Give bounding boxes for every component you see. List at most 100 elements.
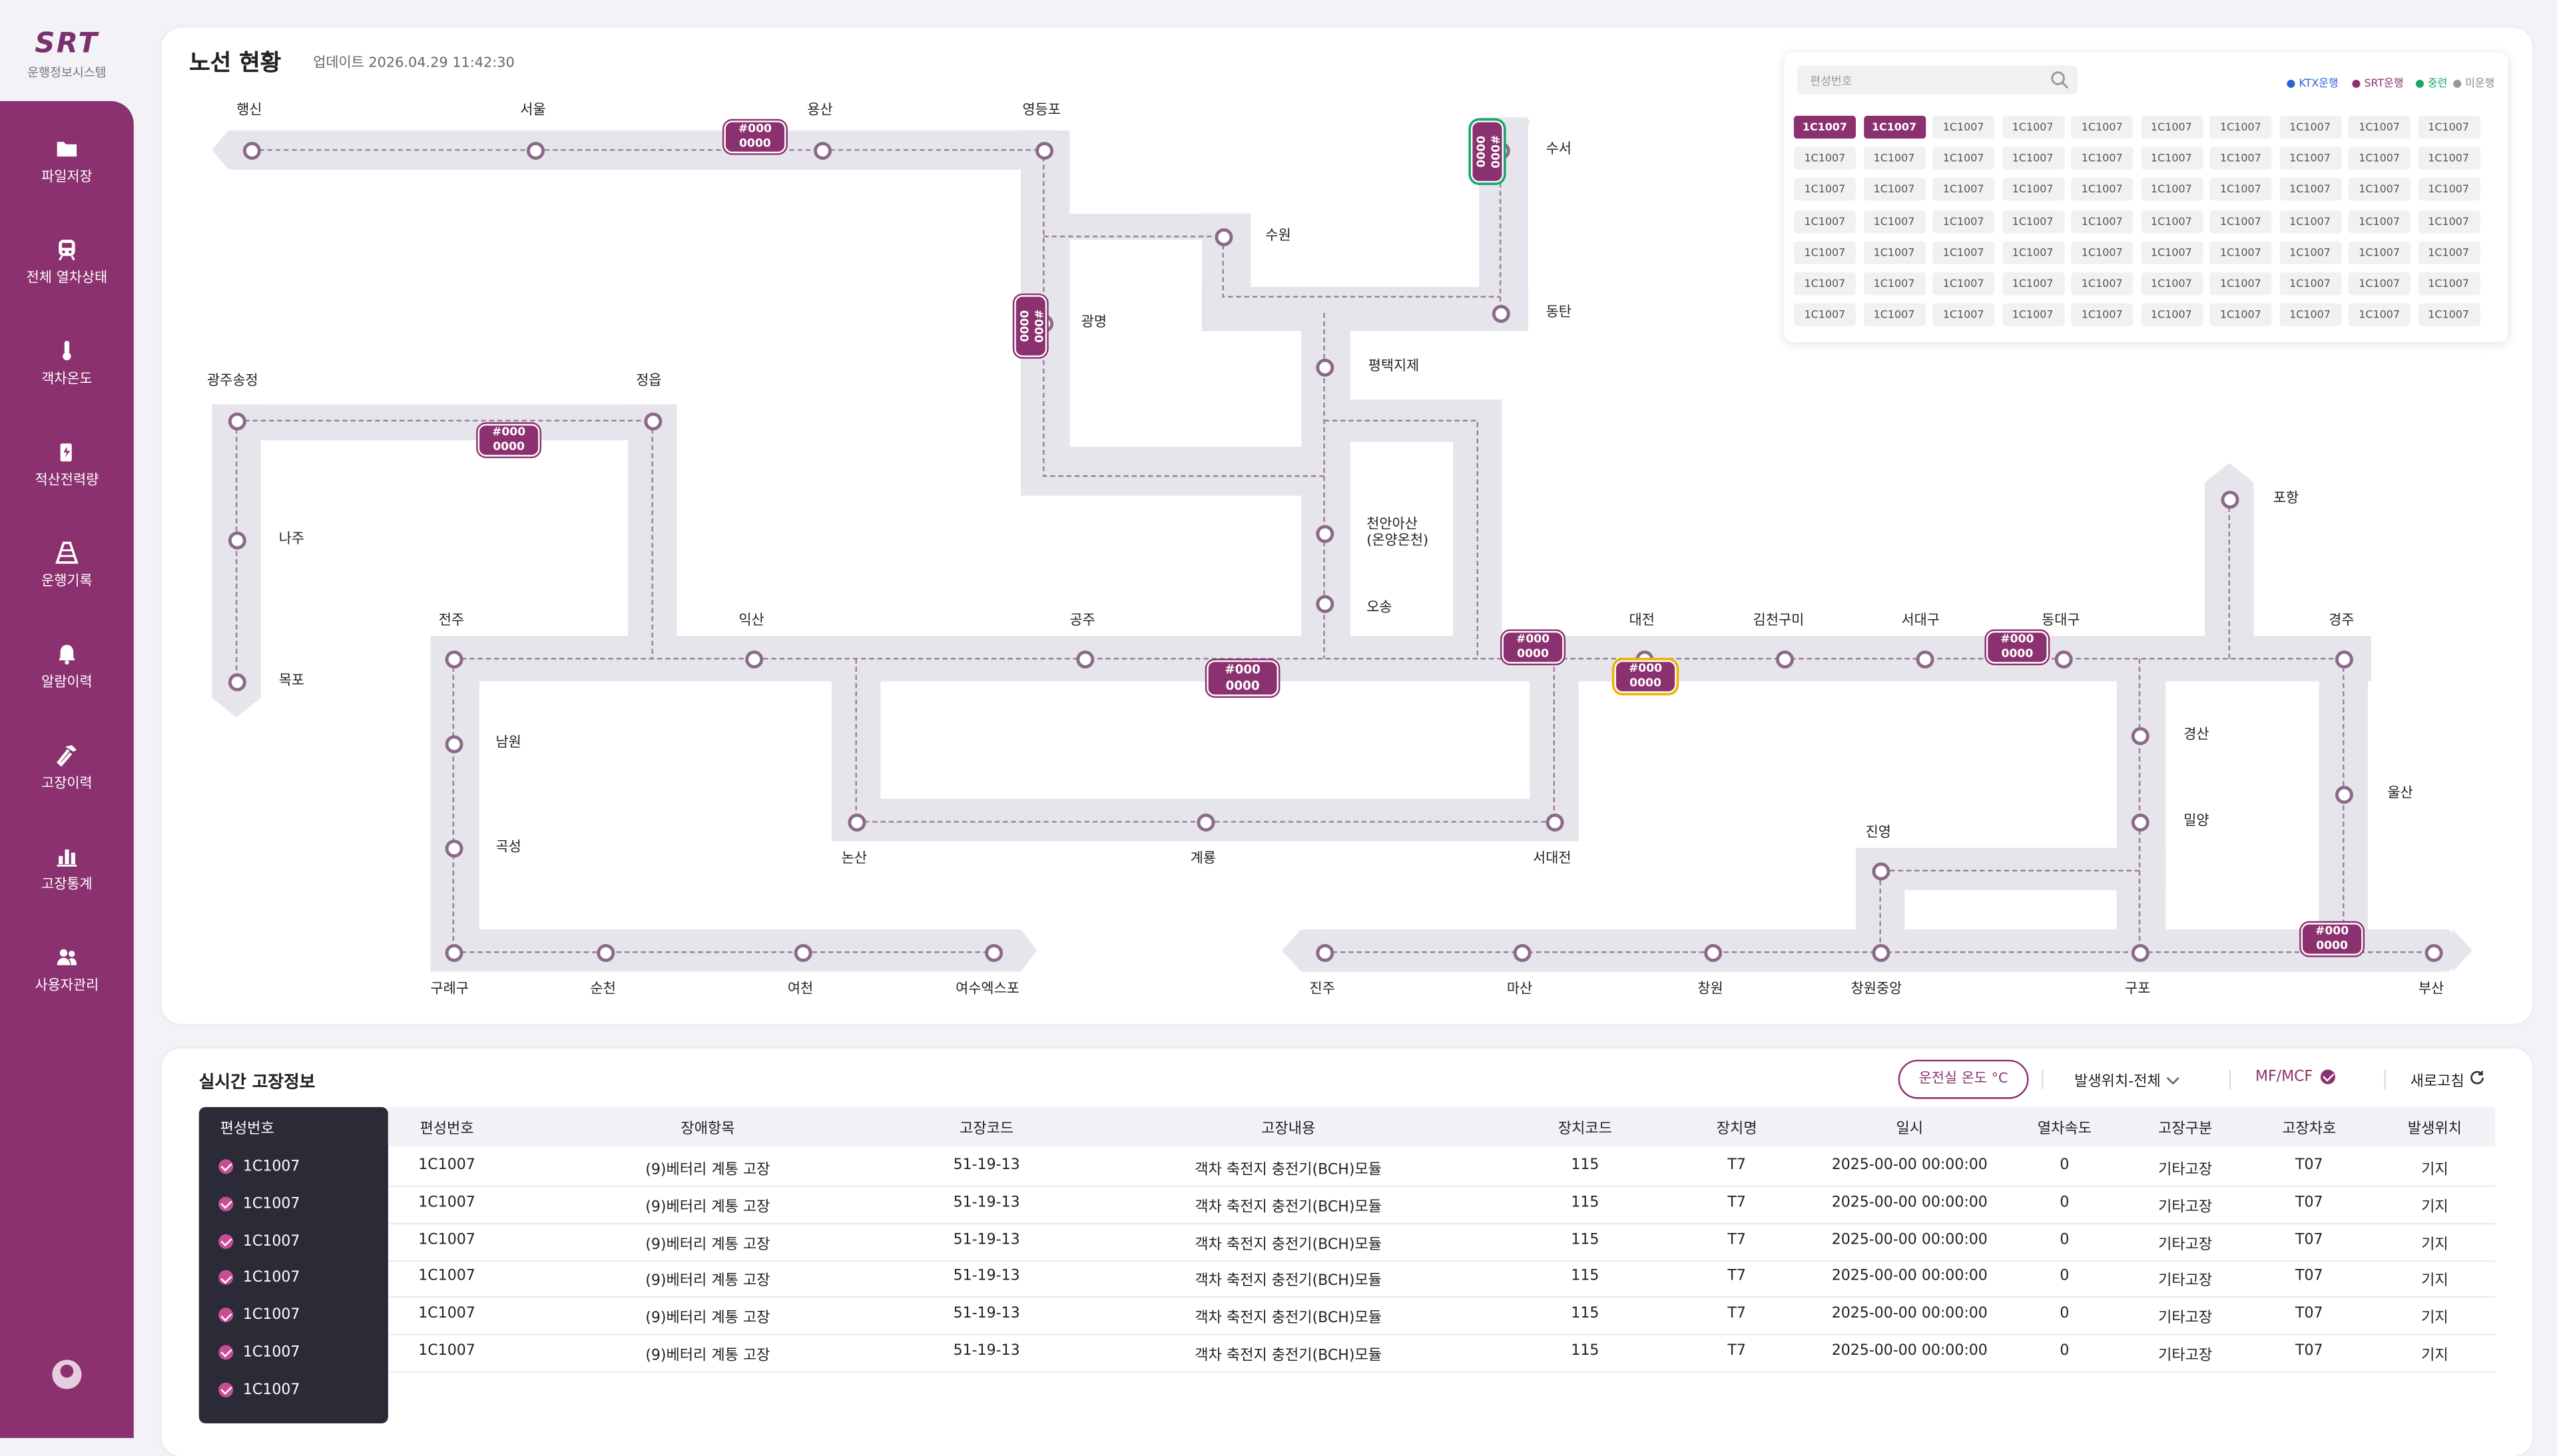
train-cell[interactable]: 1C1007 <box>1932 303 1995 327</box>
train-cell[interactable]: 1C1007 <box>2071 178 2133 202</box>
train-cell[interactable]: 1C1007 <box>2417 115 2480 139</box>
filter-list-item[interactable]: 1C1007 <box>218 1233 300 1250</box>
train-cell[interactable]: 1C1007 <box>1793 240 1856 264</box>
train-cell[interactable]: 1C1007 <box>2140 146 2203 170</box>
train-cell[interactable]: 1C1007 <box>2002 272 2064 296</box>
train-cell[interactable]: 1C1007 <box>1932 240 1995 264</box>
train-cell[interactable]: 1C1007 <box>2279 303 2341 327</box>
train-badge[interactable]: #000 0000 <box>1470 121 1504 183</box>
train-cell[interactable]: 1C1007 <box>2348 146 2411 170</box>
train-cell[interactable]: 1C1007 <box>2140 209 2203 233</box>
column-header[interactable]: 열차속도 <box>2038 1117 2092 1138</box>
train-cell[interactable]: 1C1007 <box>1862 303 1926 327</box>
cab-temperature-button[interactable]: 운전실 온도 °C <box>1898 1059 2029 1099</box>
train-cell[interactable]: 1C1007 <box>2071 272 2133 296</box>
filter-list-item[interactable]: 1C1007 <box>218 1345 300 1361</box>
refresh-button[interactable]: 새로고침 <box>2411 1070 2486 1091</box>
train-cell[interactable]: 1C1007 <box>2209 209 2272 233</box>
train-cell[interactable]: 1C1007 <box>1793 209 1856 233</box>
train-cell[interactable]: 1C1007 <box>2348 178 2411 202</box>
filter-list-item[interactable]: 1C1007 <box>218 1308 300 1324</box>
train-cell[interactable]: 1C1007 <box>2140 178 2203 202</box>
mf-mcf-toggle[interactable]: MF/MCF <box>2255 1069 2345 1086</box>
train-cell[interactable]: 1C1007 <box>1862 240 1926 264</box>
train-cell[interactable]: 1C1007 <box>2002 303 2064 327</box>
train-cell[interactable]: 1C1007 <box>1862 178 1926 202</box>
train-cell[interactable]: 1C1007 <box>2279 272 2341 296</box>
column-header[interactable]: 고장내용 <box>1261 1117 1315 1138</box>
train-cell[interactable]: 1C1007 <box>2140 240 2203 264</box>
train-cell[interactable]: 1C1007 <box>2140 272 2203 296</box>
train-cell[interactable]: 1C1007 <box>2417 303 2480 327</box>
train-cell[interactable]: 1C1007 <box>2140 303 2203 327</box>
train-cell[interactable]: 1C1007 <box>2348 115 2411 139</box>
train-cell[interactable]: 1C1007 <box>2071 115 2133 139</box>
train-cell[interactable]: 1C1007 <box>1862 146 1926 170</box>
train-cell[interactable]: 1C1007 <box>2348 303 2411 327</box>
train-cell[interactable]: 1C1007 <box>1932 178 1995 202</box>
train-cell[interactable]: 1C1007 <box>2417 178 2480 202</box>
train-cell[interactable]: 1C1007 <box>2071 240 2133 264</box>
train-cell[interactable]: 1C1007 <box>2348 272 2411 296</box>
train-cell[interactable]: 1C1007 <box>1932 115 1995 139</box>
column-header[interactable]: 고장차호 <box>2282 1117 2336 1138</box>
train-cell[interactable]: 1C1007 <box>1793 272 1856 296</box>
column-header[interactable]: 장치코드 <box>1558 1117 1612 1138</box>
train-badge[interactable]: #000 0000 <box>2301 923 2363 956</box>
train-cell[interactable]: 1C1007 <box>2071 209 2133 233</box>
column-header[interactable]: 고장코드 <box>960 1117 1013 1138</box>
train-cell[interactable]: 1C1007 <box>2071 303 2133 327</box>
train-badge[interactable]: #000 0000 <box>1502 630 1564 664</box>
train-cell[interactable]: 1C1007 <box>2417 240 2480 264</box>
train-cell[interactable]: 1C1007 <box>1793 115 1856 139</box>
column-header[interactable]: 고장구분 <box>2158 1117 2212 1138</box>
location-filter-dropdown[interactable]: 발생위치-전체 <box>2074 1070 2180 1091</box>
train-cell[interactable]: 1C1007 <box>2417 209 2480 233</box>
train-cell[interactable]: 1C1007 <box>2417 146 2480 170</box>
train-cell[interactable]: 1C1007 <box>2348 240 2411 264</box>
filter-list-item[interactable]: 1C1007 <box>218 1159 300 1176</box>
train-badge[interactable]: #000 0000 <box>477 423 540 457</box>
train-cell[interactable]: 1C1007 <box>2279 146 2341 170</box>
train-cell[interactable]: 1C1007 <box>2279 209 2341 233</box>
train-cell[interactable]: 1C1007 <box>2209 303 2272 327</box>
train-cell[interactable]: 1C1007 <box>1932 146 1995 170</box>
train-cell[interactable]: 1C1007 <box>1862 115 1926 139</box>
train-cell[interactable]: 1C1007 <box>2279 178 2341 202</box>
train-cell[interactable]: 1C1007 <box>1793 303 1856 327</box>
train-cell[interactable]: 1C1007 <box>1862 209 1926 233</box>
train-cell[interactable]: 1C1007 <box>2002 240 2064 264</box>
train-badge[interactable]: #000 0000 <box>1986 630 2048 664</box>
column-header[interactable]: 발생위치 <box>2408 1117 2462 1138</box>
train-cell[interactable]: 1C1007 <box>2002 115 2064 139</box>
filter-list-item[interactable]: 1C1007 <box>218 1270 300 1287</box>
column-header[interactable]: 장치명 <box>1717 1117 1757 1138</box>
train-cell[interactable]: 1C1007 <box>1793 146 1856 170</box>
column-header[interactable]: 장애항목 <box>681 1117 734 1138</box>
filter-list-item[interactable]: 1C1007 <box>218 1196 300 1213</box>
train-cell[interactable]: 1C1007 <box>2209 272 2272 296</box>
train-badge[interactable]: #000 0000 <box>1614 660 1677 693</box>
train-cell[interactable]: 1C1007 <box>2002 178 2064 202</box>
filter-list-item[interactable]: 1C1007 <box>218 1382 300 1399</box>
train-cell[interactable]: 1C1007 <box>2209 115 2272 139</box>
column-header[interactable]: 일시 <box>1896 1117 1923 1138</box>
train-cell[interactable]: 1C1007 <box>2002 209 2064 233</box>
search-icon[interactable] <box>2050 70 2069 89</box>
train-cell[interactable]: 1C1007 <box>2209 240 2272 264</box>
train-cell[interactable]: 1C1007 <box>2279 115 2341 139</box>
train-cell[interactable]: 1C1007 <box>1932 209 1995 233</box>
train-cell[interactable]: 1C1007 <box>2140 115 2203 139</box>
column-header[interactable]: 편성번호 <box>420 1117 473 1138</box>
train-cell[interactable]: 1C1007 <box>2071 146 2133 170</box>
train-cell[interactable]: 1C1007 <box>2348 209 2411 233</box>
train-cell[interactable]: 1C1007 <box>2209 146 2272 170</box>
train-cell[interactable]: 1C1007 <box>2209 178 2272 202</box>
train-cell[interactable]: 1C1007 <box>2279 240 2341 264</box>
train-cell[interactable]: 1C1007 <box>2417 272 2480 296</box>
train-cell[interactable]: 1C1007 <box>1862 272 1926 296</box>
train-badge[interactable]: #000 0000 <box>1207 660 1279 696</box>
train-badge[interactable]: #000 0000 <box>724 121 786 154</box>
train-badge[interactable]: #000 0000 <box>1014 295 1047 358</box>
train-number-search-input[interactable]: 편성번호 <box>1797 65 2078 95</box>
